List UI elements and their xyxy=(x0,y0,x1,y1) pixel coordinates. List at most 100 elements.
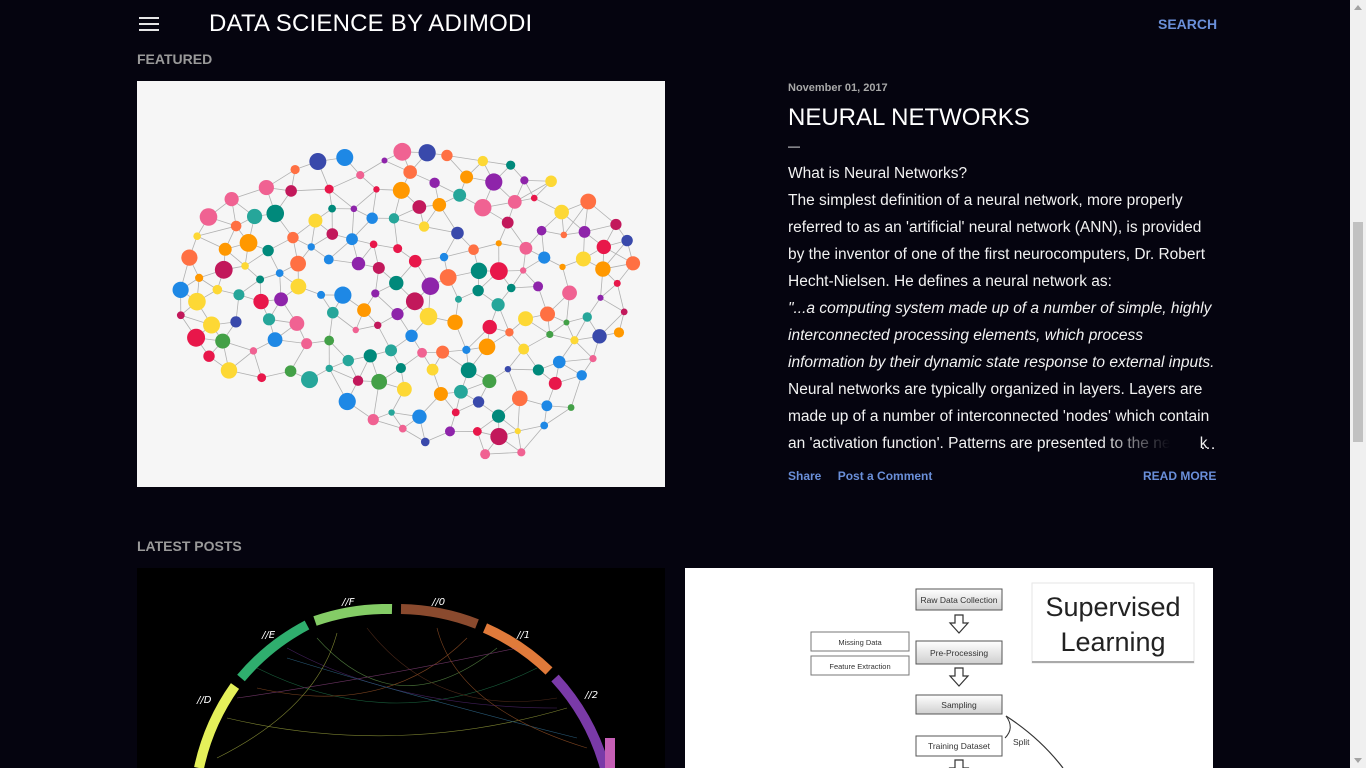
brain-node xyxy=(418,144,436,162)
brain-node xyxy=(396,381,412,397)
brain-node xyxy=(418,221,430,232)
featured-section-label: FEATURED xyxy=(137,51,213,67)
brain-node xyxy=(491,409,506,423)
brain-node xyxy=(560,231,568,239)
brain-node xyxy=(478,338,496,356)
brain-node xyxy=(420,437,430,447)
read-more-link[interactable]: READ MORE xyxy=(1143,469,1216,483)
brain-node xyxy=(338,392,356,411)
brain-node xyxy=(436,345,450,359)
brain-node xyxy=(454,295,462,303)
brain-node xyxy=(187,328,206,347)
brain-node xyxy=(324,184,334,194)
neural-brain-illustration xyxy=(172,142,641,460)
brain-node xyxy=(258,179,274,196)
brain-node xyxy=(575,251,591,267)
brain-node xyxy=(468,244,479,256)
brain-node xyxy=(451,408,460,417)
brain-node xyxy=(518,311,534,327)
brain-node xyxy=(290,255,306,272)
brain-node xyxy=(199,208,218,226)
brain-node xyxy=(253,293,269,310)
site-title[interactable]: DATA SCIENCE BY ADIMODI xyxy=(209,10,532,38)
brain-node xyxy=(218,242,232,256)
brain-node xyxy=(507,195,522,209)
brain-node xyxy=(489,262,508,281)
brain-node xyxy=(405,292,424,311)
brain-node xyxy=(257,373,267,383)
brain-node xyxy=(181,249,198,266)
brain-node xyxy=(462,345,471,354)
brain-node xyxy=(285,185,297,197)
flow-step-sampling: Sampling xyxy=(941,700,977,710)
brain-node xyxy=(429,177,440,189)
brain-node xyxy=(176,311,185,320)
brain-node xyxy=(266,204,285,223)
chord-label-1: //1 xyxy=(516,630,530,641)
brain-node xyxy=(426,363,439,376)
post-actions: Share Post a Comment xyxy=(788,469,945,483)
brain-node xyxy=(592,329,607,344)
brain-node xyxy=(233,289,245,301)
brain-node xyxy=(552,355,566,369)
brain-node xyxy=(439,269,457,286)
post-title[interactable]: NEURAL NETWORKS xyxy=(788,104,1030,132)
page-scrollbar[interactable] xyxy=(1350,0,1366,768)
brain-node xyxy=(460,362,477,379)
brain-node xyxy=(621,234,633,247)
post-date: November 01, 2017 xyxy=(788,82,888,94)
brain-node xyxy=(554,204,569,220)
brain-node xyxy=(517,448,526,457)
supervised-learning-flowchart: Raw Data Collection Pre-Processing Sampl… xyxy=(810,582,1195,768)
brain-node xyxy=(301,338,313,350)
search-button[interactable]: SEARCH xyxy=(1158,16,1217,32)
brain-node xyxy=(246,208,263,225)
brain-node xyxy=(582,312,592,322)
brain-node xyxy=(439,252,449,262)
brain-node xyxy=(172,281,189,298)
brain-node xyxy=(220,362,238,379)
brain-node xyxy=(393,244,403,254)
brain-node xyxy=(357,303,371,318)
post-subheading: What is Neural Networks? xyxy=(788,165,968,182)
brain-node xyxy=(545,175,557,188)
brain-node xyxy=(195,273,204,282)
latest-post-card-supervised[interactable]: Raw Data Collection Pre-Processing Sampl… xyxy=(685,568,1213,768)
brain-node xyxy=(352,375,364,386)
scroll-up-icon[interactable] xyxy=(1354,5,1362,10)
brain-node xyxy=(289,316,305,331)
brain-node xyxy=(505,328,514,337)
brain-node xyxy=(351,256,366,271)
brain-node xyxy=(326,228,339,240)
brain-node xyxy=(480,449,491,460)
chord-label-e: //E xyxy=(261,630,276,641)
brain-node xyxy=(519,241,533,255)
brain-node xyxy=(620,308,628,316)
brain-node xyxy=(444,426,455,437)
chord-diagram-image: //D //E //F //0 //1 //2 xyxy=(194,597,615,768)
featured-post-image[interactable] xyxy=(137,81,665,487)
scroll-down-icon[interactable] xyxy=(1354,758,1362,763)
brain-node xyxy=(393,142,412,161)
brain-node xyxy=(363,349,377,363)
brain-node xyxy=(274,292,288,307)
brain-node xyxy=(482,374,497,389)
share-link[interactable]: Share xyxy=(788,469,821,483)
chord-label-d: //D xyxy=(196,695,212,706)
latest-post-card-chord[interactable]: //D //E //F //0 //1 //2 xyxy=(137,568,665,768)
brain-node xyxy=(567,404,575,411)
brain-node xyxy=(346,233,358,246)
brain-node xyxy=(541,400,553,412)
hamburger-menu-icon[interactable] xyxy=(139,17,159,31)
post-snippet: What is Neural Networks? The simplest de… xyxy=(788,160,1216,460)
post-comment-link[interactable]: Post a Comment xyxy=(838,469,933,483)
brain-node xyxy=(548,376,562,390)
brain-node xyxy=(215,333,231,349)
brain-node xyxy=(519,267,527,274)
brain-node xyxy=(256,275,265,284)
brain-node xyxy=(373,186,380,193)
scroll-thumb[interactable] xyxy=(1353,222,1363,442)
brain-node xyxy=(366,212,378,224)
brain-node xyxy=(371,373,388,390)
brain-node xyxy=(309,153,327,171)
